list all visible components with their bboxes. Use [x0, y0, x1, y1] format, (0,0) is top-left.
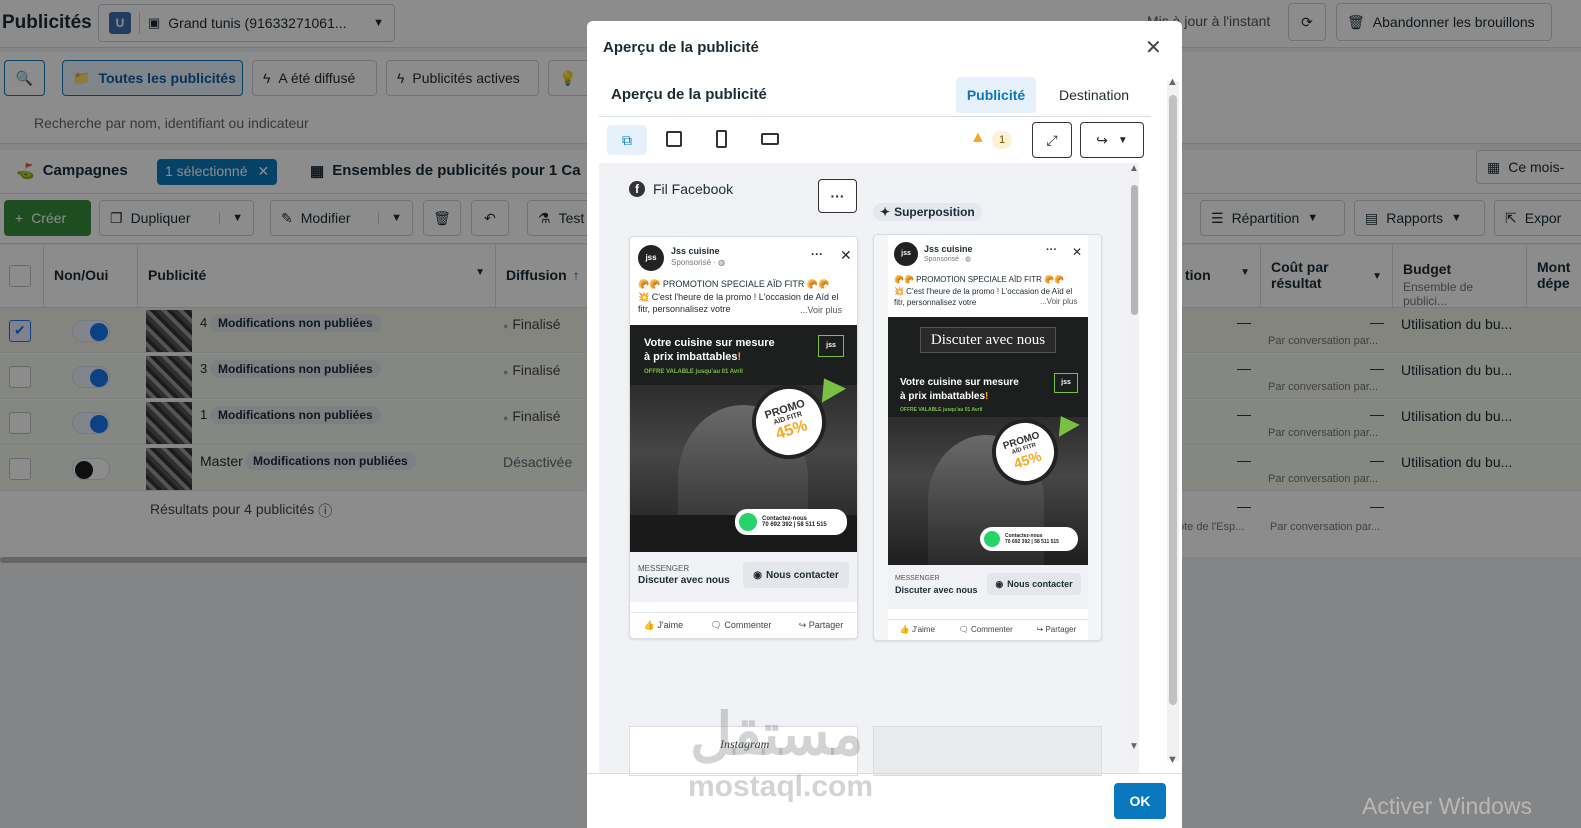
horizontal-format-icon[interactable] — [761, 133, 779, 145]
placement-facebook-feed: f Fil Facebook — [629, 181, 733, 197]
close-icon[interactable]: ✕ — [840, 247, 852, 264]
ad-creative-image: Votre cuisine sur mesure à prix imbattab… — [630, 325, 857, 552]
page-name: Jss cuisine — [924, 244, 973, 254]
page-name: Jss cuisine — [671, 246, 720, 256]
thumbs-up-icon: 👍 — [899, 625, 910, 634]
scroll-down-icon[interactable]: ▼ — [1167, 754, 1178, 766]
contact-box: Contactez-nous 70 692 392 | 58 511 515 — [980, 527, 1078, 551]
ad-preview-modal: Aperçu de la publicité ✕ Aperçu de la pu… — [587, 21, 1182, 828]
messenger-icon: ◉ — [753, 569, 762, 581]
square-format-icon[interactable] — [666, 131, 682, 147]
sponsored-label: Sponsorisé · ◍ — [671, 258, 726, 267]
whatsapp-icon — [984, 531, 1000, 547]
share-post-button[interactable]: ↪ Partager — [799, 620, 844, 631]
scroll-up-icon[interactable]: ▲ — [1129, 163, 1139, 174]
comment-icon: 🗨 — [958, 625, 969, 634]
post-actions: 👍 J'aime 🗨 Commenter ↪ Partager — [630, 612, 857, 638]
facebook-feed-preview: jss Jss cuisine Sponsorisé · ◍ ··· ✕ 🥐🥐 … — [629, 236, 858, 639]
preview-canvas: f Fil Facebook ··· ✦ Superposition jss Jss… — [599, 163, 1139, 776]
more-icon[interactable]: ··· — [811, 247, 823, 261]
post-text: 🥐🥐 PROMOTION SPECIALE AÏD FITR 🥐🥐 — [894, 275, 1065, 284]
tab-ad[interactable]: Publicité — [956, 77, 1036, 113]
messenger-icon: ◉ — [995, 578, 1004, 589]
placement-preview-placeholder — [873, 726, 1102, 776]
contact-cta-button[interactable]: ◉ Nous contacter — [987, 573, 1081, 595]
cta-bar: MESSENGER Discuter avec nous ◉ Nous conta… — [630, 552, 857, 602]
more-options-button[interactable]: ··· — [818, 179, 857, 213]
post-text: 🥐🥐 PROMOTION SPECIALE AÏD FITR 🥐🥐 — [638, 279, 830, 289]
expand-icon: ⤢ — [1046, 131, 1058, 148]
watermark-logo: مستقل — [690, 702, 864, 767]
overlay-caption: Discuter avec nous — [920, 327, 1056, 353]
brand-logo: jss — [818, 335, 844, 357]
overlay-chip: ✦ Superposition — [873, 203, 982, 221]
sparkle-icon: ✦ — [880, 205, 891, 219]
close-icon[interactable]: ✕ — [1145, 35, 1162, 60]
whatsapp-icon — [739, 513, 757, 531]
share-icon: ↪ — [1096, 131, 1108, 148]
warning-icon[interactable]: ▲ — [970, 129, 986, 147]
scroll-down-icon[interactable]: ▼ — [1129, 741, 1139, 752]
expand-button[interactable]: ⤢ — [1032, 122, 1072, 158]
facebook-overlay-preview: jss Jss cuisine Sponsorisé · ◍ ··· ✕ 🥐🥐 … — [873, 234, 1102, 641]
sponsored-label: Sponsorisé · ◍ — [924, 256, 972, 263]
globe-icon: ◍ — [965, 256, 972, 263]
page-avatar: jss — [894, 242, 918, 266]
close-icon[interactable]: ✕ — [1072, 245, 1082, 259]
like-button[interactable]: 👍 J'aime — [644, 620, 683, 631]
comment-button[interactable]: 🗨 Commenter — [710, 620, 771, 631]
cta-bar: MESSENGER Discuter avec nous ◉ Nous conta… — [888, 565, 1088, 609]
all-placements-icon[interactable]: ⧉ — [607, 125, 647, 155]
comment-button[interactable]: 🗨 Commenter — [959, 625, 1013, 634]
windows-activation: Activer Windows — [1362, 793, 1532, 819]
modal-title: Aperçu de la publicité — [603, 39, 759, 56]
share-post-button[interactable]: ↪ Partager — [1037, 625, 1077, 634]
contact-cta-button[interactable]: ◉ Nous contacter — [743, 562, 849, 588]
warning-count: 1 — [992, 131, 1012, 149]
page-avatar: jss — [638, 245, 664, 271]
preview-section-title: Aperçu de la publicité — [611, 86, 767, 103]
vertical-format-icon[interactable] — [716, 130, 727, 148]
chevron-down-icon: ▼ — [1117, 134, 1128, 146]
ok-button[interactable]: OK — [1114, 783, 1166, 819]
globe-icon: ◍ — [718, 258, 726, 267]
share-icon: ↪ — [1036, 625, 1044, 634]
see-more-link[interactable]: ...Voir plus — [1040, 297, 1077, 306]
brand-logo: jss — [1054, 373, 1078, 393]
see-more-link[interactable]: ...Voir plus — [800, 305, 842, 315]
share-icon: ↪ — [798, 620, 807, 630]
facebook-icon: f — [629, 181, 645, 197]
share-button[interactable]: ↪ ▼ — [1080, 122, 1144, 158]
post-actions: 👍 J'aime 🗨 Commenter ↪ Partager — [888, 619, 1088, 639]
like-button[interactable]: 👍 J'aime — [900, 625, 935, 634]
watermark-site: mostaql.com — [688, 770, 874, 803]
ad-creative-image: Discuter avec nous Votre cuisine sur mes… — [888, 317, 1088, 565]
tab-destination[interactable]: Destination — [1059, 87, 1129, 103]
thumbs-up-icon: 👍 — [643, 620, 655, 630]
more-icon: ··· — [830, 188, 845, 204]
comment-icon: 🗨 — [710, 620, 722, 630]
contact-box: Contactez-nous 70 692 392 | 58 511 515 — [735, 509, 847, 535]
scroll-up-icon[interactable]: ▲ — [1167, 76, 1178, 88]
more-icon[interactable]: ··· — [1046, 244, 1057, 256]
